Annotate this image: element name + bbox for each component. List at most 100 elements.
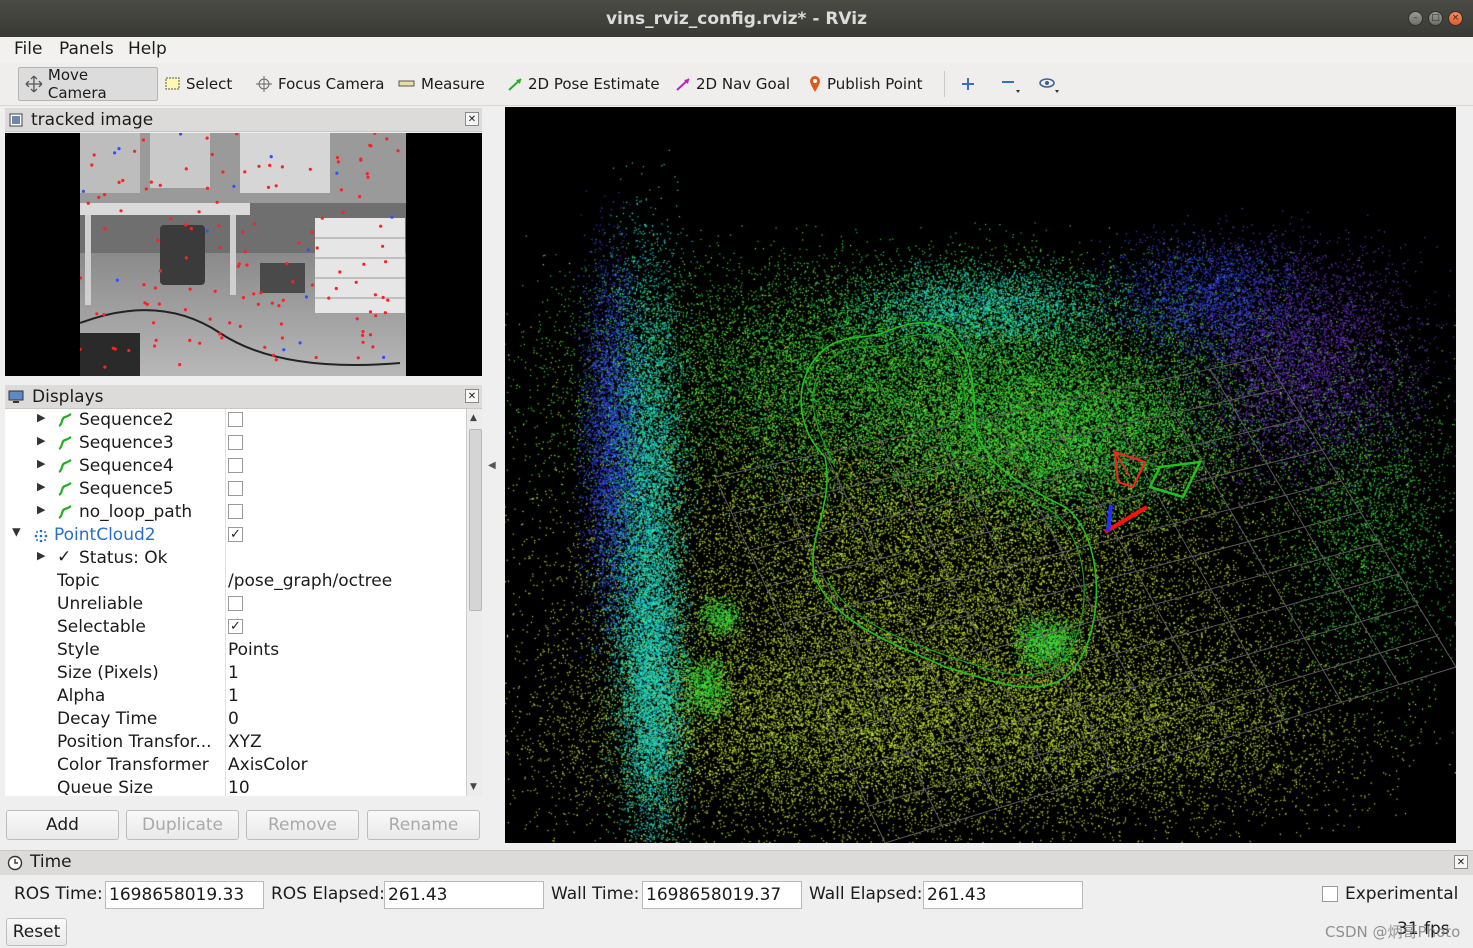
expand-arrow-icon[interactable]: ▶ (37, 457, 45, 470)
plus-icon (962, 78, 974, 90)
nav-goal-icon (676, 78, 690, 91)
select-button[interactable]: Select (165, 67, 232, 101)
scroll-up-icon[interactable]: ▲ (470, 413, 477, 423)
selectable-checkbox[interactable]: ✓ (228, 619, 243, 634)
pointcloud-label: PointCloud2 (54, 525, 156, 545)
add-tool-button[interactable] (960, 67, 976, 101)
menu-help[interactable]: Help (128, 39, 167, 59)
select-icon (165, 77, 180, 90)
remove-button[interactable]: Remove (246, 810, 359, 840)
ros-elapsed-field[interactable]: 261.43 (384, 881, 544, 909)
expand-arrow-icon[interactable]: ▶ (37, 411, 45, 424)
scrollbar-thumb[interactable] (469, 429, 482, 611)
display-item-sequence3[interactable]: ▶ Sequence3 (5, 432, 466, 455)
property-row-color-transformer[interactable]: Color Transformer AxisColor (5, 754, 466, 777)
display-enable-checkbox[interactable] (228, 458, 243, 473)
add-button[interactable]: Add (6, 810, 119, 840)
displays-scrollbar[interactable]: ▲ ▼ (466, 409, 482, 796)
property-row-size[interactable]: Size (Pixels) 1 (5, 662, 466, 685)
property-row-queue-size[interactable]: Queue Size 10 (5, 777, 466, 796)
display-enable-checkbox[interactable] (228, 412, 243, 427)
property-row-alpha[interactable]: Alpha 1 (5, 685, 466, 708)
focus-camera-icon (256, 76, 272, 92)
display-enable-checkbox[interactable] (228, 504, 243, 519)
expand-arrow-icon[interactable]: ▶ (37, 434, 45, 447)
expand-arrow-icon[interactable]: ▶ (37, 480, 45, 493)
menu-file[interactable]: File (14, 39, 42, 59)
path-icon (58, 436, 72, 450)
wall-time-field[interactable]: 1698658019.37 (642, 881, 802, 909)
focus-camera-button[interactable]: Focus Camera (255, 67, 384, 101)
unreliable-checkbox[interactable] (228, 596, 243, 611)
property-row-topic[interactable]: Topic /pose_graph/octree (5, 570, 466, 593)
tracked-image-close-icon[interactable]: ✕ (465, 112, 479, 126)
display-item-pointcloud2[interactable]: ▶ PointCloud2 ✓ (5, 524, 466, 547)
reset-button[interactable]: Reset (6, 918, 67, 946)
displays-tree: ▶ Sequence2 ▶ Sequence3 ▶ Sequence4 ▶ Se… (5, 409, 466, 796)
duplicate-button[interactable]: Duplicate (126, 810, 239, 840)
property-value[interactable]: XYZ (228, 732, 262, 752)
remove-tool-button[interactable] (1000, 67, 1026, 101)
check-icon: ✓ (57, 547, 72, 567)
property-name: Unreliable (57, 594, 144, 614)
wall-time-label: Wall Time: (551, 884, 640, 904)
display-enable-checkbox[interactable] (228, 481, 243, 496)
displays-close-icon[interactable]: ✕ (465, 389, 479, 403)
ros-time-label: ROS Time: (14, 884, 103, 904)
property-row-unreliable[interactable]: Unreliable (5, 593, 466, 616)
view-tool-button[interactable] (1038, 67, 1064, 101)
measure-button[interactable]: Measure (398, 67, 485, 101)
collapse-panel-icon[interactable]: ◀ (488, 460, 496, 471)
pointcloud-enable-checkbox[interactable]: ✓ (228, 527, 243, 542)
display-item-sequence5[interactable]: ▶ Sequence5 (5, 478, 466, 501)
property-row-position-transformer[interactable]: Position Transfor... XYZ (5, 731, 466, 754)
select-label: Select (186, 75, 233, 93)
time-close-icon[interactable]: ✕ (1454, 855, 1468, 869)
display-item-sequence2[interactable]: ▶ Sequence2 (5, 409, 466, 432)
ros-time-field[interactable]: 1698658019.33 (105, 881, 264, 909)
path-icon (58, 482, 72, 496)
tracked-image-title: tracked image (31, 109, 154, 130)
wall-elapsed-field[interactable]: 261.43 (923, 881, 1083, 909)
property-row-style[interactable]: Style Points (5, 639, 466, 662)
move-camera-button[interactable]: Move Camera (18, 66, 158, 102)
nav-goal-button[interactable]: 2D Nav Goal (675, 67, 790, 101)
pointcloud-status-row[interactable]: ▶ ✓ Status: Ok (5, 547, 466, 570)
expand-arrow-icon[interactable]: ▶ (37, 549, 45, 562)
pointcloud-icon (34, 529, 48, 543)
experimental-checkbox[interactable] (1322, 886, 1338, 902)
maximize-icon[interactable]: □ (1428, 11, 1443, 26)
trajectory-path-inner (812, 334, 1085, 676)
menu-panels[interactable]: Panels (59, 39, 114, 59)
nav-goal-label: 2D Nav Goal (696, 75, 791, 93)
property-value[interactable]: 1 (228, 663, 239, 683)
display-item-sequence4[interactable]: ▶ Sequence4 (5, 455, 466, 478)
scroll-down-icon[interactable]: ▼ (470, 782, 477, 792)
move-camera-icon (25, 75, 43, 93)
display-item-no-loop-path[interactable]: ▶ no_loop_path (5, 501, 466, 524)
property-value[interactable]: Points (228, 640, 279, 660)
expand-arrow-icon[interactable]: ▶ (37, 503, 45, 516)
collapse-arrow-icon[interactable]: ▶ (11, 528, 24, 536)
property-row-selectable[interactable]: Selectable ✓ (5, 616, 466, 639)
minimize-icon[interactable]: – (1408, 11, 1423, 26)
property-name: Queue Size (57, 778, 154, 796)
property-value[interactable]: /pose_graph/octree (228, 571, 392, 591)
ros-elapsed-label: ROS Elapsed: (271, 884, 385, 904)
close-icon[interactable]: × (1448, 11, 1463, 26)
property-value[interactable]: 1 (228, 686, 239, 706)
property-value[interactable]: 0 (228, 709, 239, 729)
property-value[interactable]: 10 (228, 778, 250, 796)
display-enable-checkbox[interactable] (228, 435, 243, 450)
display-label: Sequence5 (79, 479, 174, 499)
3d-render-view[interactable] (505, 107, 1456, 843)
property-value[interactable]: AxisColor (228, 755, 308, 775)
wall-elapsed-label: Wall Elapsed: (809, 884, 923, 904)
publish-point-button[interactable]: Publish Point (808, 67, 922, 101)
pose-estimate-button[interactable]: 2D Pose Estimate (507, 67, 660, 101)
path-icon (58, 505, 72, 519)
property-row-decay-time[interactable]: Decay Time 0 (5, 708, 466, 731)
property-name: Topic (57, 571, 100, 591)
rename-button[interactable]: Rename (367, 810, 480, 840)
property-name: Position Transfor... (57, 732, 212, 752)
